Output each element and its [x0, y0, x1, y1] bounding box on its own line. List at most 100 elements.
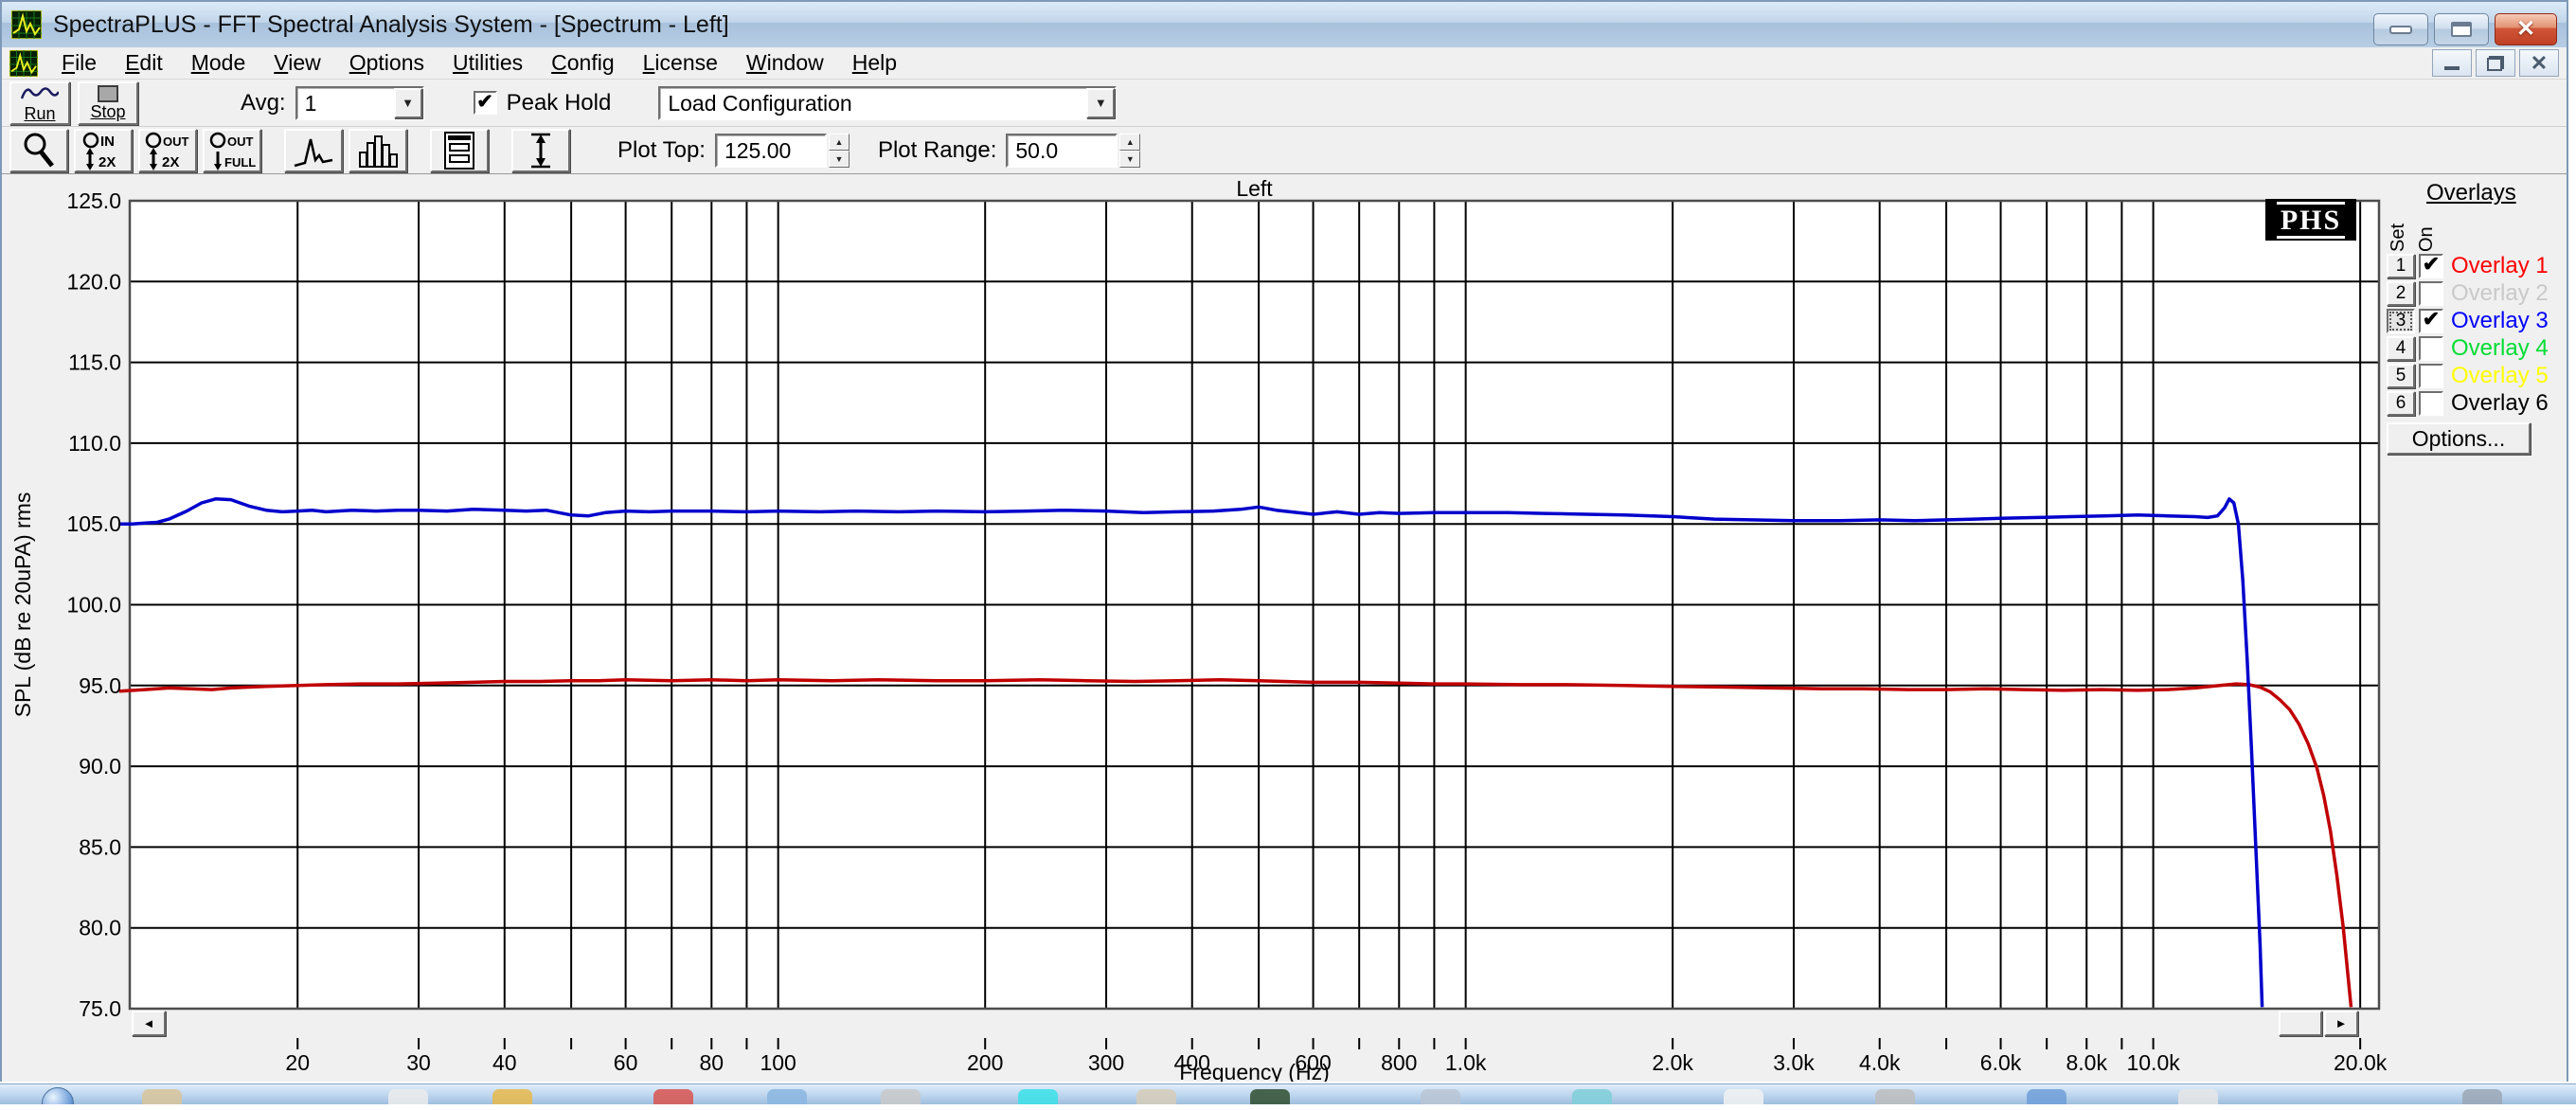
taskbar-app-icon[interactable]: [2027, 1089, 2066, 1104]
x-tick-label: 8.0k: [2066, 1050, 2108, 1075]
plot-range-field[interactable]: 50.0: [1006, 134, 1118, 168]
taskbar-app-icon[interactable]: [388, 1089, 428, 1104]
menu-options[interactable]: Options: [335, 50, 438, 76]
x-tick-label: 100: [760, 1050, 796, 1075]
app-icon: [11, 10, 42, 39]
menu-utilities[interactable]: Utilities: [438, 50, 537, 76]
menu-license[interactable]: License: [629, 50, 732, 76]
taskbar-app-icon[interactable]: [2178, 1089, 2218, 1104]
spin-up-icon[interactable]: ▲: [1119, 134, 1140, 151]
mdi-restore-button[interactable]: [2476, 49, 2515, 77]
display-options-button[interactable]: [430, 129, 489, 172]
y-axis-title: SPL (dB re 20uPA) rms: [10, 492, 35, 718]
spin-up-icon[interactable]: ▲: [829, 134, 850, 151]
avg-combobox[interactable]: 1 ▼: [295, 86, 424, 120]
x-axis-title: Frequency (Hz): [1179, 1060, 1329, 1082]
plot-range-spinner[interactable]: ▲ ▼: [1119, 134, 1140, 168]
taskbar-app-icon[interactable]: [1018, 1089, 1058, 1104]
overlay-6-set-button[interactable]: 6: [2387, 391, 2415, 416]
overlay-5-set-button[interactable]: 5: [2387, 364, 2415, 388]
zoom-in-2x-icon: IN 2X: [80, 131, 126, 170]
zoom-in-2x-button[interactable]: IN 2X: [74, 129, 133, 172]
menu-edit[interactable]: Edit: [111, 50, 177, 76]
bar-plot-icon: [356, 132, 400, 170]
y-tick-label: 80.0: [79, 916, 121, 940]
mdi-restore-icon: [2487, 56, 2504, 71]
taskbar-app-icon[interactable]: [767, 1089, 807, 1104]
taskbar-app-icon[interactable]: [142, 1089, 182, 1104]
overlay-3-set-button[interactable]: 3: [2387, 309, 2415, 333]
window-title: SpectraPLUS - FFT Spectral Analysis Syst…: [53, 11, 729, 39]
plot-client-area: Left 20304060801002003004006008001.0k2.0…: [2, 174, 2567, 1082]
plot-top-spinner[interactable]: ▲ ▼: [829, 134, 850, 168]
scroll-left-button[interactable]: ◄: [132, 1011, 166, 1036]
overlays-options-button[interactable]: Options...: [2387, 422, 2531, 455]
taskbar-app-icon[interactable]: [1724, 1089, 1763, 1104]
spin-down-icon[interactable]: ▼: [829, 151, 850, 168]
check-icon: ✔: [476, 92, 493, 112]
y-tick-label: 100.0: [66, 593, 121, 618]
taskbar-app-icon[interactable]: [1421, 1089, 1460, 1104]
overlay-5-checkbox[interactable]: [2419, 364, 2443, 388]
taskbar[interactable]: [0, 1083, 2576, 1104]
title-bar[interactable]: SpectraPLUS - FFT Spectral Analysis Syst…: [2, 2, 2567, 47]
overlay-1-set-button[interactable]: 1: [2387, 254, 2415, 278]
y-tick-label: 85.0: [79, 834, 121, 859]
start-button[interactable]: [42, 1087, 74, 1104]
menu-window[interactable]: Window: [732, 50, 838, 76]
taskbar-app-icon[interactable]: [1572, 1089, 1612, 1104]
maximize-icon: [2451, 22, 2472, 37]
load-configuration-combobox[interactable]: Load Configuration ▼: [658, 86, 1117, 120]
taskbar-app-icon[interactable]: [1250, 1089, 1290, 1104]
zoom-button[interactable]: [9, 129, 68, 172]
taskbar-app-icon[interactable]: [653, 1089, 693, 1104]
menu-config[interactable]: Config: [537, 50, 629, 76]
x-tick-label: 20: [285, 1050, 310, 1075]
maximize-button[interactable]: [2434, 13, 2489, 45]
overlay-3-checkbox[interactable]: ✔: [2419, 309, 2443, 333]
config-dropdown-button[interactable]: ▼: [1086, 88, 1115, 118]
overlay-2-set-button[interactable]: 2: [2387, 281, 2415, 306]
mdi-minimize-button[interactable]: [2432, 49, 2472, 77]
svg-text:FULL: FULL: [224, 155, 256, 170]
peak-hold-checkbox[interactable]: ✔: [474, 91, 497, 115]
scroll-thumb[interactable]: [2279, 1011, 2322, 1036]
close-icon: ✕: [2516, 18, 2535, 41]
overlay-4-set-button[interactable]: 4: [2387, 336, 2415, 361]
close-button[interactable]: ✕: [2495, 13, 2557, 45]
minimize-button[interactable]: [2373, 13, 2428, 45]
spin-down-icon[interactable]: ▼: [1119, 151, 1140, 168]
stop-button[interactable]: Stop: [78, 81, 138, 125]
taskbar-app-icon[interactable]: [492, 1089, 532, 1104]
scroll-right-button[interactable]: ►: [2324, 1011, 2358, 1036]
plot-toolbar: IN 2X OUT 2X OUT: [2, 127, 2567, 174]
vertical-scale-button[interactable]: [511, 129, 570, 172]
spectraplus-window: SpectraPLUS - FFT Spectral Analysis Syst…: [0, 0, 2568, 1082]
menu-help[interactable]: Help: [838, 50, 911, 76]
overlay-4-checkbox[interactable]: [2419, 336, 2443, 361]
bar-plot-button[interactable]: [349, 129, 407, 172]
main-toolbar: Run Stop Avg: 1 ▼ ✔ Peak Hold Load Confi…: [2, 80, 2567, 127]
line-plot-button[interactable]: [284, 129, 343, 172]
menu-mode[interactable]: Mode: [177, 50, 260, 76]
overlay-6-checkbox[interactable]: [2419, 391, 2443, 416]
plot-top-field[interactable]: 125.00: [715, 134, 827, 168]
x-tick-label: 1.0k: [1445, 1050, 1487, 1075]
zoom-out-full-button[interactable]: OUT FULL: [203, 129, 261, 172]
taskbar-app-icon[interactable]: [1875, 1089, 1915, 1104]
overlay-1-checkbox[interactable]: ✔: [2419, 254, 2443, 278]
zoom-out-2x-button[interactable]: OUT 2X: [138, 129, 197, 172]
menu-file[interactable]: File: [47, 50, 111, 76]
overlay-2-checkbox[interactable]: [2419, 281, 2443, 306]
avg-dropdown-button[interactable]: ▼: [394, 88, 422, 118]
zoom-out-2x-icon: OUT 2X: [144, 131, 191, 170]
mdi-close-button[interactable]: ✕: [2519, 49, 2559, 77]
run-button[interactable]: Run: [9, 81, 70, 125]
taskbar-app-icon[interactable]: [2462, 1089, 2502, 1104]
svg-text:2X: 2X: [162, 154, 179, 170]
check-icon: ✔: [2423, 254, 2440, 275]
taskbar-app-icon[interactable]: [881, 1089, 921, 1104]
taskbar-app-icon[interactable]: [1136, 1089, 1176, 1104]
menu-view[interactable]: View: [259, 50, 334, 76]
zoom-out-full-icon: OUT FULL: [208, 131, 256, 170]
